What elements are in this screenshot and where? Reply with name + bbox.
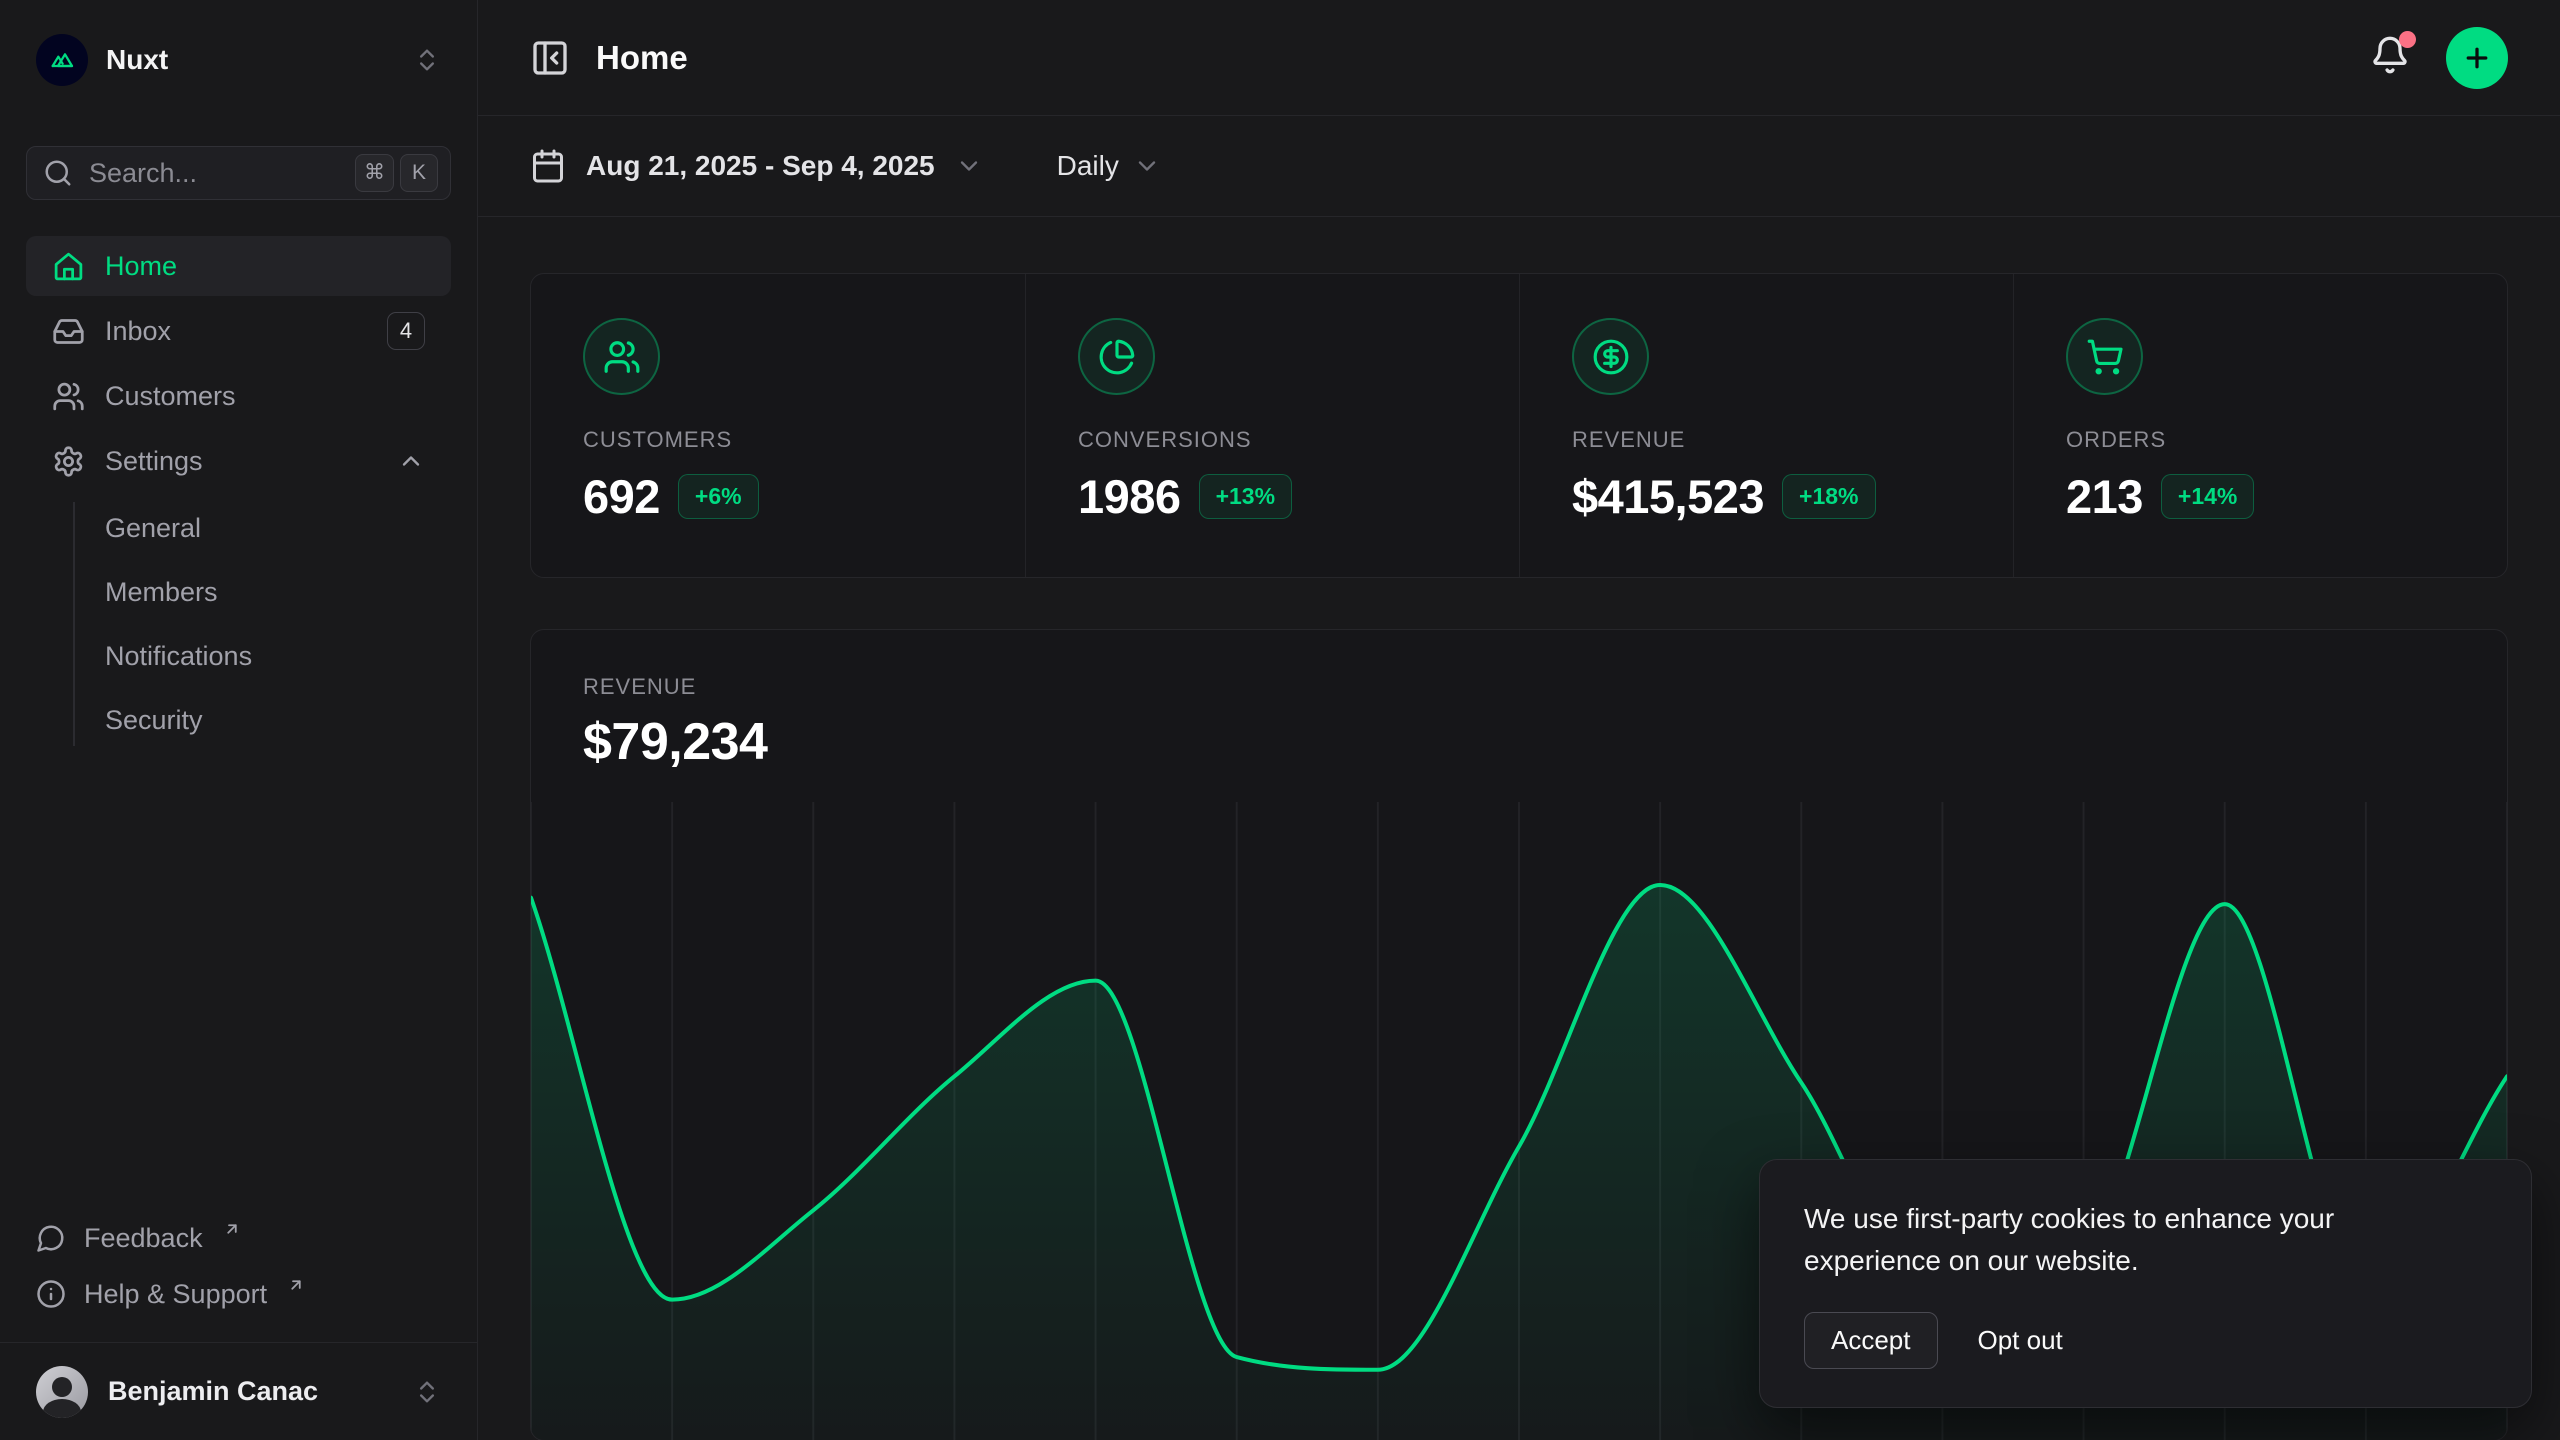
sidebar-nav: Home Inbox 4 Customers Settings (26, 236, 451, 752)
delta-badge: +6% (678, 474, 759, 519)
external-link-icon (223, 1220, 241, 1238)
stats-card: CUSTOMERS 692 +6% CONVERSIONS 1986 +13% (530, 273, 2508, 578)
granularity-select[interactable]: Daily (1057, 150, 1161, 182)
sidebar-item-general[interactable]: General (105, 496, 451, 560)
users-icon (52, 380, 85, 413)
inbox-count-badge: 4 (387, 312, 425, 350)
shopping-cart-icon (2066, 318, 2143, 395)
sidebar-spacer (26, 752, 451, 1210)
cookie-optout-button[interactable]: Opt out (1978, 1325, 2063, 1356)
sidebar-item-inbox[interactable]: Inbox 4 (26, 301, 451, 361)
stat-orders: ORDERS 213 +14% (2013, 274, 2507, 577)
user-avatar (36, 1366, 88, 1418)
circle-dollar-icon (1572, 318, 1649, 395)
users-icon (583, 318, 660, 395)
settings-subnav: General Members Notifications Security (73, 496, 451, 752)
delta-badge: +14% (2161, 474, 2254, 519)
delta-badge: +18% (1782, 474, 1875, 519)
panel-left-close-icon (530, 38, 570, 78)
sidebar-item-home[interactable]: Home (26, 236, 451, 296)
calendar-icon (530, 148, 566, 184)
sidebar-item-customers[interactable]: Customers (26, 366, 451, 426)
sidebar-item-members[interactable]: Members (105, 560, 451, 624)
kbd-k: K (400, 154, 438, 192)
app-root: Nuxt ⌘K Home (0, 0, 2560, 1440)
nuxt-logo-icon (36, 34, 88, 86)
notification-dot (2399, 31, 2416, 48)
stat-customers: CUSTOMERS 692 +6% (531, 274, 1025, 577)
home-icon (52, 250, 85, 283)
collapse-sidebar-button[interactable] (530, 38, 570, 78)
sidebar-item-feedback[interactable]: Feedback (26, 1210, 451, 1266)
chevron-up-icon (397, 447, 425, 475)
filterbar: Aug 21, 2025 - Sep 4, 2025 Daily (478, 116, 2560, 217)
sidebar-item-notifications[interactable]: Notifications (105, 624, 451, 688)
add-button[interactable] (2446, 27, 2508, 89)
sidebar-item-settings[interactable]: Settings (26, 431, 451, 491)
workspace-switcher[interactable]: Nuxt (26, 30, 451, 90)
user-name: Benjamin Canac (108, 1376, 393, 1407)
search-field[interactable] (89, 158, 339, 189)
chevron-down-icon (1133, 152, 1161, 180)
delta-badge: +13% (1199, 474, 1292, 519)
revenue-chart-label: REVENUE (583, 674, 2455, 700)
revenue-chart-value: $79,234 (583, 712, 2455, 772)
plus-icon (2462, 43, 2492, 73)
topbar: Home (478, 0, 2560, 116)
chevrons-up-down-icon (413, 46, 441, 74)
inbox-icon (52, 315, 85, 348)
sidebar-item-help-support[interactable]: Help & Support (26, 1266, 451, 1322)
sidebar-item-security[interactable]: Security (105, 688, 451, 752)
search-input[interactable]: ⌘K (26, 146, 451, 200)
pie-chart-icon (1078, 318, 1155, 395)
chevrons-up-down-icon (413, 1378, 441, 1406)
gear-icon (52, 445, 85, 478)
chevron-down-icon (955, 152, 983, 180)
sidebar: Nuxt ⌘K Home (0, 0, 478, 1440)
message-circle-icon (36, 1223, 66, 1253)
info-circle-icon (36, 1279, 66, 1309)
cookie-message: We use first-party cookies to enhance yo… (1804, 1198, 2444, 1282)
external-link-icon (287, 1276, 305, 1294)
cookie-accept-button[interactable]: Accept (1804, 1312, 1938, 1369)
kbd-cmd: ⌘ (355, 154, 394, 192)
page-title: Home (596, 39, 688, 77)
user-menu[interactable]: Benjamin Canac (0, 1342, 477, 1440)
workspace-name: Nuxt (106, 44, 395, 76)
cookie-banner: We use first-party cookies to enhance yo… (1759, 1159, 2532, 1408)
date-range-picker[interactable]: Aug 21, 2025 - Sep 4, 2025 (530, 148, 983, 184)
stat-conversions: CONVERSIONS 1986 +13% (1025, 274, 1519, 577)
stat-revenue: REVENUE $415,523 +18% (1519, 274, 2013, 577)
search-icon (43, 158, 73, 188)
